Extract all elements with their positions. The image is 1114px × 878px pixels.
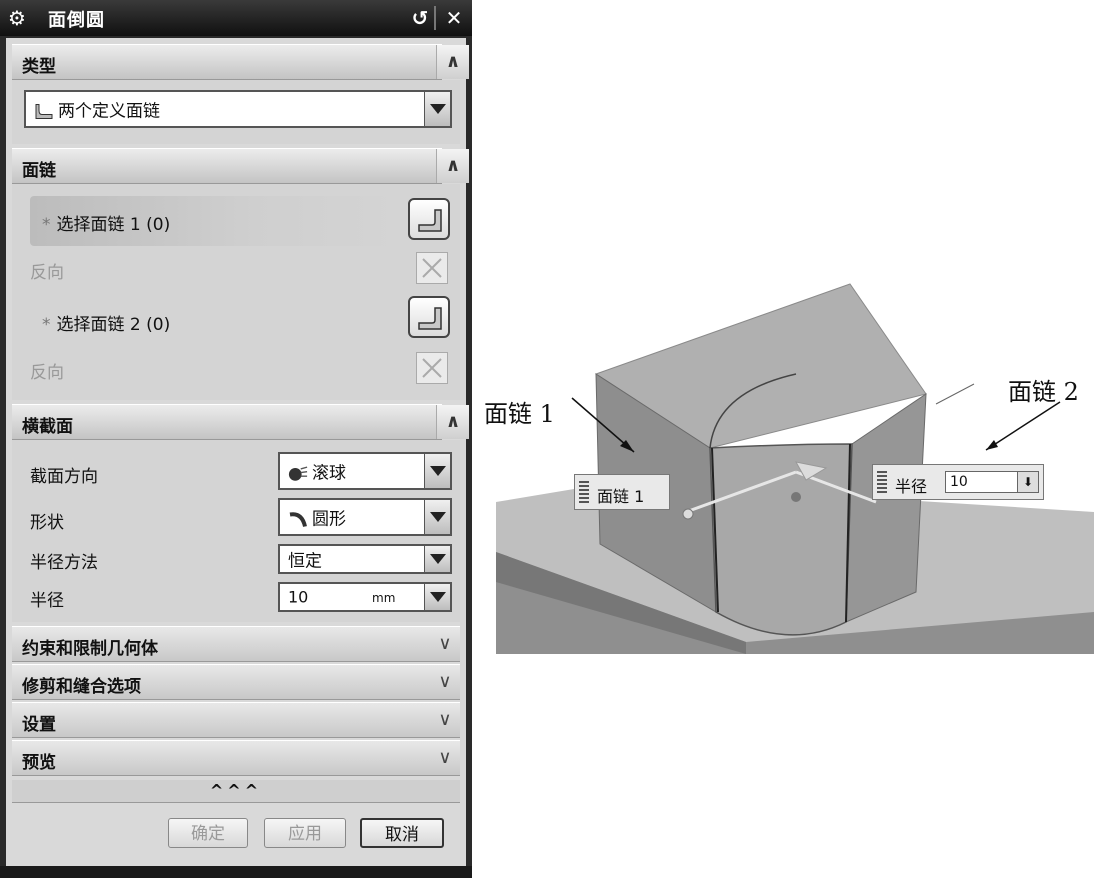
annotation-face-chain-2: 面链 2	[1008, 378, 1079, 406]
model-viewport[interactable]: 面链 1 面链 2 面链 1 半径 10 ⬇	[484, 282, 1094, 654]
select-face-chain-2-label: 选择面链 2 (0)	[56, 315, 171, 335]
select-face-chain-1-label: 选择面链 1 (0)	[56, 215, 171, 235]
section-settings-label: 设置	[22, 715, 56, 735]
section-constraints-label: 约束和限制几何体	[22, 639, 158, 659]
gear-icon[interactable]: ⚙	[6, 7, 28, 29]
chevron-down-icon[interactable]	[424, 584, 450, 610]
radius-input[interactable]: 10 mm	[278, 582, 452, 612]
circular-shape-icon	[289, 512, 307, 528]
drag-handle-icon[interactable]	[877, 471, 887, 493]
chevron-down-icon[interactable]	[424, 92, 450, 126]
more-options-toggle[interactable]: ^^^	[12, 780, 460, 803]
dialog-body: 类型 ∧ 两个定义面链 面链 ∧ * 选择面链 1 (0) 反向 * 选择面链 …	[6, 38, 469, 866]
section-face-chain-body: * 选择面链 1 (0) 反向 * 选择面链 2 (0) 反向	[12, 184, 460, 400]
section-cross-section-header[interactable]: 横截面 ∧	[12, 404, 469, 440]
section-preview-header[interactable]: 预览 ∨	[12, 740, 460, 776]
close-icon[interactable]: ✕	[440, 6, 468, 30]
drag-handle-icon[interactable]	[579, 481, 589, 503]
reverse-direction-2-button[interactable]	[416, 352, 448, 384]
face-chain-1-callout[interactable]: 面链 1	[574, 474, 670, 510]
radius-method-label: 半径方法	[30, 553, 98, 573]
cancel-button[interactable]: 取消	[360, 818, 444, 848]
radius-method-value: 恒定	[288, 551, 322, 572]
arrow-down-icon[interactable]: ⬇	[1017, 472, 1038, 492]
chevron-down-icon[interactable]	[424, 500, 450, 534]
section-trim-sew-label: 修剪和缝合选项	[22, 677, 141, 697]
section-preview-label: 预览	[22, 753, 56, 773]
face-select-icon	[418, 307, 442, 330]
dialog-titlebar: ⚙ 面倒圆 ↺ ✕	[0, 0, 472, 36]
select-face-chain-2-button[interactable]	[408, 296, 450, 338]
chevron-down-icon[interactable]	[424, 454, 450, 488]
section-direction-value: 滚球	[312, 463, 346, 484]
shape-value: 圆形	[312, 509, 346, 530]
dialog-bottom-bar	[0, 866, 472, 878]
dialog-title: 面倒圆	[48, 10, 105, 31]
select-face-chain-2-row[interactable]: * 选择面链 2 (0)	[30, 296, 402, 346]
section-type-body: 两个定义面链	[12, 80, 460, 144]
radius-callout-label: 半径	[895, 477, 928, 496]
required-asterisk: *	[42, 315, 51, 335]
face-chain-1-callout-label: 面链 1	[597, 487, 645, 506]
shape-dropdown[interactable]: 圆形	[278, 498, 452, 536]
section-constraints-header[interactable]: 约束和限制几何体 ∨	[12, 626, 460, 662]
section-settings-header[interactable]: 设置 ∨	[12, 702, 460, 738]
chevron-up-icon[interactable]: ∧	[436, 149, 469, 183]
required-asterisk: *	[42, 215, 51, 235]
face-blend-dialog: ⚙ 面倒圆 ↺ ✕ 类型 ∧ 两个定义面链 面链 ∧ * 选择面链 1 (0) …	[0, 0, 472, 878]
radius-callout-input[interactable]: 10 ⬇	[945, 471, 1039, 493]
reverse-direction-1-button[interactable]	[416, 252, 448, 284]
titlebar-divider	[434, 6, 436, 30]
radius-label: 半径	[30, 591, 64, 611]
chevron-down-icon[interactable]: ∨	[430, 703, 460, 737]
shape-label: 形状	[30, 513, 64, 533]
section-face-chain-header[interactable]: 面链 ∧	[12, 148, 469, 184]
section-cross-section-body: 截面方向 滚球 形状 圆形 半径方法 恒定 半径 10 mm	[12, 440, 460, 622]
section-type-header[interactable]: 类型 ∧	[12, 44, 469, 80]
radius-value: 10	[288, 587, 309, 607]
reverse-direction-2-label: 反向	[30, 363, 64, 383]
section-direction-label: 截面方向	[30, 467, 98, 487]
ok-button[interactable]: 确定	[168, 818, 248, 848]
reverse-direction-icon	[422, 358, 442, 378]
annotation-face-chain-1: 面链 1	[484, 400, 555, 428]
section-type-label: 类型	[22, 57, 56, 77]
face-select-icon	[418, 209, 442, 232]
chevron-down-icon[interactable]	[424, 546, 450, 572]
select-face-chain-1-button[interactable]	[408, 198, 450, 240]
apply-button[interactable]: 应用	[264, 818, 346, 848]
chevron-down-icon[interactable]: ∨	[430, 665, 460, 699]
select-face-chain-1-row[interactable]: * 选择面链 1 (0)	[30, 196, 402, 246]
section-trim-sew-header[interactable]: 修剪和缝合选项 ∨	[12, 664, 460, 700]
chevron-up-icon[interactable]: ∧	[436, 45, 469, 79]
section-cross-section-label: 横截面	[22, 417, 73, 437]
reverse-direction-icon	[422, 258, 442, 278]
type-dropdown-value: 两个定义面链	[58, 101, 160, 122]
reverse-direction-1-label: 反向	[30, 263, 64, 283]
type-dropdown[interactable]: 两个定义面链	[24, 90, 452, 128]
reset-icon[interactable]: ↺	[406, 6, 434, 30]
chevron-down-icon[interactable]: ∨	[430, 627, 460, 661]
chevron-down-icon[interactable]: ∨	[430, 741, 460, 775]
radius-callout-value: 10	[950, 474, 968, 490]
chevron-up-icon[interactable]: ∧	[436, 405, 469, 439]
radius-method-dropdown[interactable]: 恒定	[278, 544, 452, 574]
radius-callout[interactable]: 半径 10 ⬇	[872, 464, 1044, 500]
rolling-ball-icon	[288, 466, 308, 481]
face-chain-type-icon	[35, 104, 53, 119]
radius-unit: mm	[372, 591, 396, 605]
section-face-chain-label: 面链	[22, 161, 56, 181]
section-direction-dropdown[interactable]: 滚球	[278, 452, 452, 490]
